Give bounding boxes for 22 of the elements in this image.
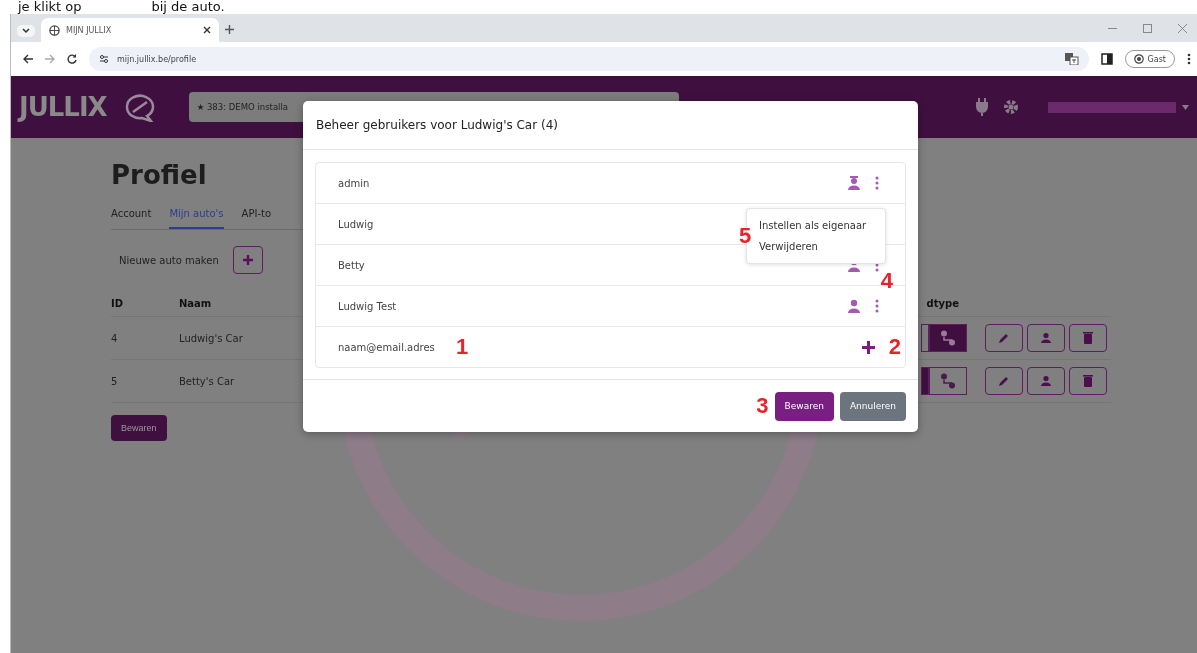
step-number: 2 [888,334,901,360]
table-cell-text: 4 [111,332,119,344]
table-cell: Betty's Car [179,375,235,387]
step-number: 1 [456,334,469,360]
user-name: Ludwig Test [338,300,397,312]
column-header: ID [111,297,125,309]
page-title: Profiel [111,160,207,190]
step-number: 3 [756,393,769,419]
tab-title: MIJN JULLIX [66,25,112,35]
user-name: Ludwig [338,218,374,230]
table-cell: Ludwig's Car [179,332,243,344]
step-number: 4 [880,268,893,294]
user-name: Betty [338,259,365,271]
column-header: Naam [179,297,212,309]
step-number: 5 [739,223,752,249]
user-name: admin [338,177,370,189]
table-cell-text: 5 [111,375,119,387]
new-car-label: Nieuwe auto maken [119,254,219,266]
caption-text: bij de auto. [151,0,225,14]
dialog-title: Beheer gebruikers voor Ludwig's Car (4) [303,101,918,150]
caption-text: je klikt op [18,0,82,14]
column-header: dtype [926,297,959,309]
